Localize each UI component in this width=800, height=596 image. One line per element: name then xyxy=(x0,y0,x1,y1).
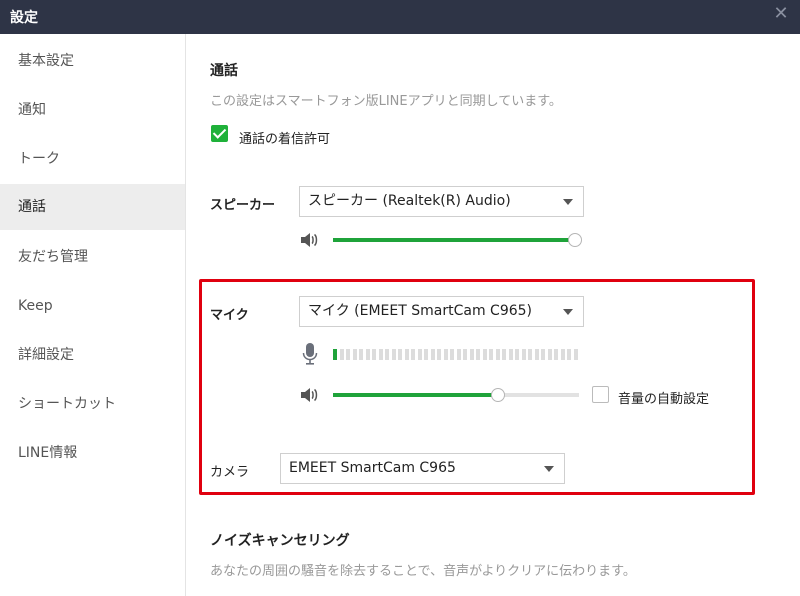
sidebar-item-label: 通知 xyxy=(18,102,46,118)
allow-incoming-label: 通話の着信許可 xyxy=(239,132,331,147)
sidebar-item-friends[interactable]: 友だち管理 xyxy=(0,234,185,280)
close-icon[interactable]: ✕ xyxy=(772,5,790,23)
sidebar-item-about[interactable]: LINE情報 xyxy=(0,430,185,476)
sidebar-item-keep[interactable]: Keep xyxy=(0,283,185,329)
sidebar-item-basic[interactable]: 基本設定 xyxy=(0,38,185,84)
speaker-volume-fill xyxy=(333,238,575,242)
sidebar-item-label: ショートカット xyxy=(18,396,116,412)
highlight-box xyxy=(199,279,755,495)
noise-section-title: ノイズキャンセリング xyxy=(210,533,350,549)
sidebar-item-label: LINE情報 xyxy=(18,445,78,461)
sidebar-item-label: Keep xyxy=(18,298,53,314)
speaker-label: スピーカー xyxy=(210,198,276,213)
speaker-volume-thumb[interactable] xyxy=(568,233,582,247)
sidebar-item-label: 基本設定 xyxy=(18,53,74,69)
sidebar-item-calls[interactable]: 通話 xyxy=(0,184,185,230)
window-title: 設定 xyxy=(10,10,38,26)
speaker-select-value: スピーカー (Realtek(R) Audio) xyxy=(308,193,511,209)
sidebar-item-label: 友だち管理 xyxy=(18,249,88,265)
speaker-select[interactable]: スピーカー (Realtek(R) Audio) xyxy=(299,186,584,217)
settings-sidebar: 基本設定 通知 トーク 通話 友だち管理 Keep 詳細設定 ショートカット L… xyxy=(0,34,186,596)
speaker-volume-slider[interactable] xyxy=(333,233,582,247)
title-bar: 設定 ✕ xyxy=(0,0,800,34)
call-section-description: この設定はスマートフォン版LINEアプリと同期しています。 xyxy=(210,94,562,109)
allow-incoming-checkbox[interactable] xyxy=(211,125,228,142)
sidebar-item-label: 通話 xyxy=(18,199,46,215)
speaker-volume-icon xyxy=(300,232,320,248)
chevron-down-icon xyxy=(563,199,573,205)
sidebar-item-label: トーク xyxy=(18,151,60,167)
sidebar-item-advanced[interactable]: 詳細設定 xyxy=(0,332,185,378)
call-section-title: 通話 xyxy=(210,63,238,79)
noise-section-description: あなたの周囲の騒音を除去することで、音声がよりクリアに伝わります。 xyxy=(210,564,636,579)
sidebar-item-shortcuts[interactable]: ショートカット xyxy=(0,381,185,427)
sidebar-item-chats[interactable]: トーク xyxy=(0,136,185,182)
sidebar-item-label: 詳細設定 xyxy=(18,347,74,363)
sidebar-item-notifications[interactable]: 通知 xyxy=(0,87,185,133)
